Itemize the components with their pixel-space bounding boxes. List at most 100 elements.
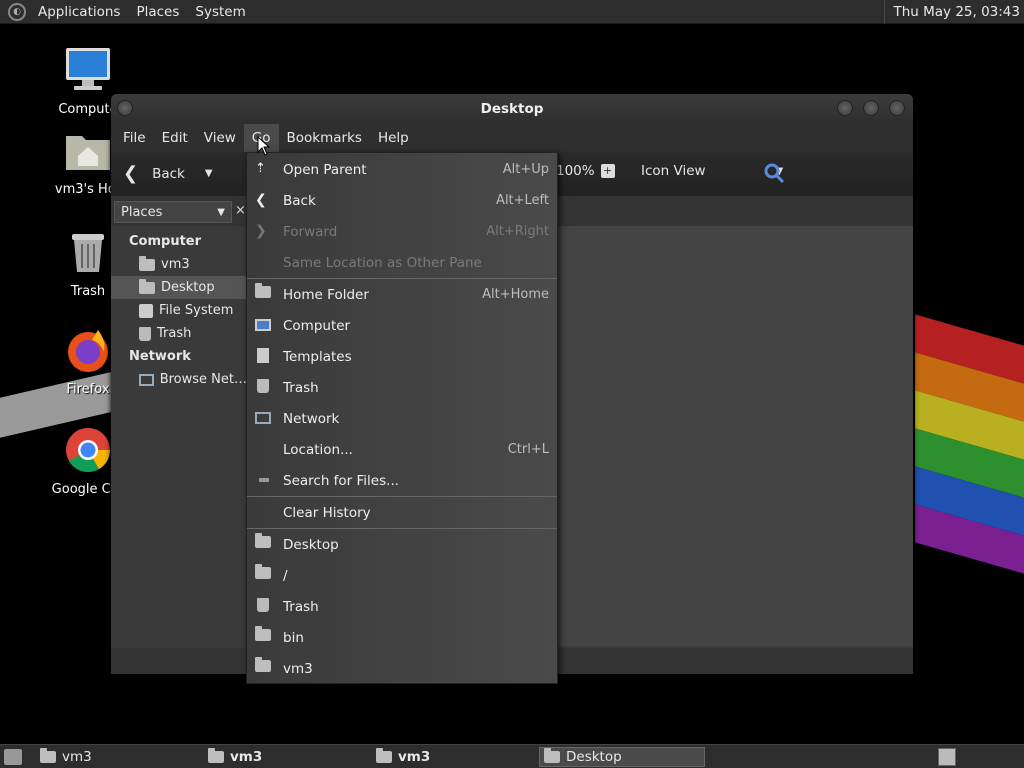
places-menu[interactable]: Places [132,4,183,20]
view-mode-value: Icon View [641,163,706,179]
system-menu[interactable]: System [191,4,249,20]
go-trash[interactable]: Trash [247,372,557,403]
menu-file[interactable]: File [115,124,154,152]
wallpaper-rainbow [915,314,1024,574]
computer-icon [255,319,271,331]
go-network[interactable]: Network [247,403,557,434]
templates-icon [257,348,269,363]
sidebar-item-label: File System [159,303,234,318]
taskbar-item-vm3[interactable]: vm3 [36,747,92,767]
sidebar-item-label: Desktop [161,280,215,295]
sidebar-item-label: Browse Net… [159,372,247,387]
menu-help[interactable]: Help [370,124,417,152]
back-history-dropdown-icon[interactable]: ▼ [205,168,213,179]
drive-icon [139,303,153,318]
go-history-bin[interactable]: bin [247,622,557,653]
mouse-pointer-icon [257,136,271,156]
maximize-button[interactable] [863,100,879,116]
taskbar-item-desktop[interactable]: Desktop [539,747,705,767]
folder-icon [255,564,271,583]
taskbar-item-label: Desktop [566,749,622,765]
menu-item-label: Trash [283,379,319,396]
taskbar-item-label: vm3 [398,749,431,765]
sidebar-selector[interactable]: Places ▼ [114,201,232,223]
home-folder-icon [40,748,56,763]
home-folder-icon [66,136,110,170]
menu-item-label: Location... [283,441,353,458]
back-button[interactable]: ❮ Back ▼ [123,163,213,184]
window-titlebar[interactable]: Desktop [111,94,913,124]
close-sidebar-icon[interactable]: × [235,203,246,218]
home-folder-icon [208,748,224,763]
minimize-button[interactable] [837,100,853,116]
menubar: File Edit View Go Bookmarks Help [111,124,913,152]
go-history-trash[interactable]: Trash [247,591,557,622]
sidebar-item-browse-network[interactable]: Browse Net… [111,368,247,391]
sidebar-item-desktop[interactable]: Desktop [111,276,247,299]
menu-item-label: vm3 [283,660,313,677]
zoom-in-icon[interactable]: + [600,164,615,178]
go-forward[interactable]: ❯ Forward Alt+Right [247,216,557,247]
menu-item-shortcut: Ctrl+L [507,442,549,457]
trash-icon [257,379,269,393]
menu-item-label: Search for Files... [283,472,400,489]
menu-item-label: Open Parent [283,161,367,178]
sidebar-item-label: vm3 [161,257,190,272]
menu-item-label: Trash [283,598,319,615]
go-computer[interactable]: Computer [247,310,557,341]
desktop-folder-icon [544,748,560,763]
view-mode-select[interactable]: Icon View ▼ [641,163,783,179]
forward-arrow-icon: ❯ [255,223,267,239]
search-icon[interactable] [763,162,785,184]
workspace-switcher[interactable] [938,748,956,766]
menu-logo-icon[interactable]: ◐ [8,2,26,21]
go-search-for-files[interactable]: Search for Files... [247,465,557,496]
menu-item-label: / [283,567,288,584]
menu-item-shortcut: Alt+Right [486,224,549,239]
sidebar-item-file-system[interactable]: File System [111,299,247,322]
menu-item-label: Network [283,410,340,427]
menu-item-label: Home Folder [283,286,369,303]
go-same-location-other-pane[interactable]: Same Location as Other Pane [247,247,557,278]
menu-bookmarks[interactable]: Bookmarks [279,124,370,152]
menu-item-label: Templates [283,348,352,365]
open-parent-icon: ⇡ [255,161,266,176]
go-clear-history[interactable]: Clear History [247,497,557,528]
sidebar-item-vm3[interactable]: vm3 [111,253,247,276]
menu-item-label: Forward [283,223,338,240]
go-history-desktop[interactable]: Desktop [247,529,557,560]
taskbar-item-vm3[interactable]: vm3 [204,747,262,767]
clock[interactable]: Thu May 25, 03:43 [884,0,1020,24]
taskbar-item-vm3[interactable]: vm3 [372,747,430,767]
go-history-root[interactable]: / [247,560,557,591]
menu-item-shortcut: Alt+Home [482,287,549,302]
menu-view[interactable]: View [196,124,244,152]
close-button[interactable] [889,100,905,116]
back-label: Back [152,165,185,182]
go-open-parent[interactable]: ⇡ Open Parent Alt+Up [247,154,557,185]
back-arrow-icon: ❮ [255,192,267,208]
menu-edit[interactable]: Edit [154,124,196,152]
sidebar-item-trash[interactable]: Trash [111,322,247,345]
go-home-folder[interactable]: Home Folder Alt+Home [247,279,557,310]
show-desktop-icon[interactable] [4,749,22,765]
desktop-folder-icon [255,533,271,552]
firefox-icon [68,330,108,372]
zoom-control[interactable]: 100% + [556,163,615,179]
go-back[interactable]: ❮ Back Alt+Left [247,185,557,216]
folder-icon [255,626,271,645]
desktop-folder-icon [139,278,155,294]
trash-icon [139,326,151,341]
go-history-vm3[interactable]: vm3 [247,653,557,684]
trash-icon [257,598,269,612]
go-location[interactable]: Location... Ctrl+L [247,434,557,465]
search-files-icon [259,478,269,482]
menu-item-label: Same Location as Other Pane [283,254,482,271]
chrome-icon [66,428,110,472]
sidebar-header-network: Network [129,349,191,364]
applications-menu[interactable]: Applications [34,4,124,20]
go-templates[interactable]: Templates [247,341,557,372]
taskbar-item-label: vm3 [62,749,92,765]
home-folder-icon [255,283,271,302]
home-folder-icon [139,255,155,271]
